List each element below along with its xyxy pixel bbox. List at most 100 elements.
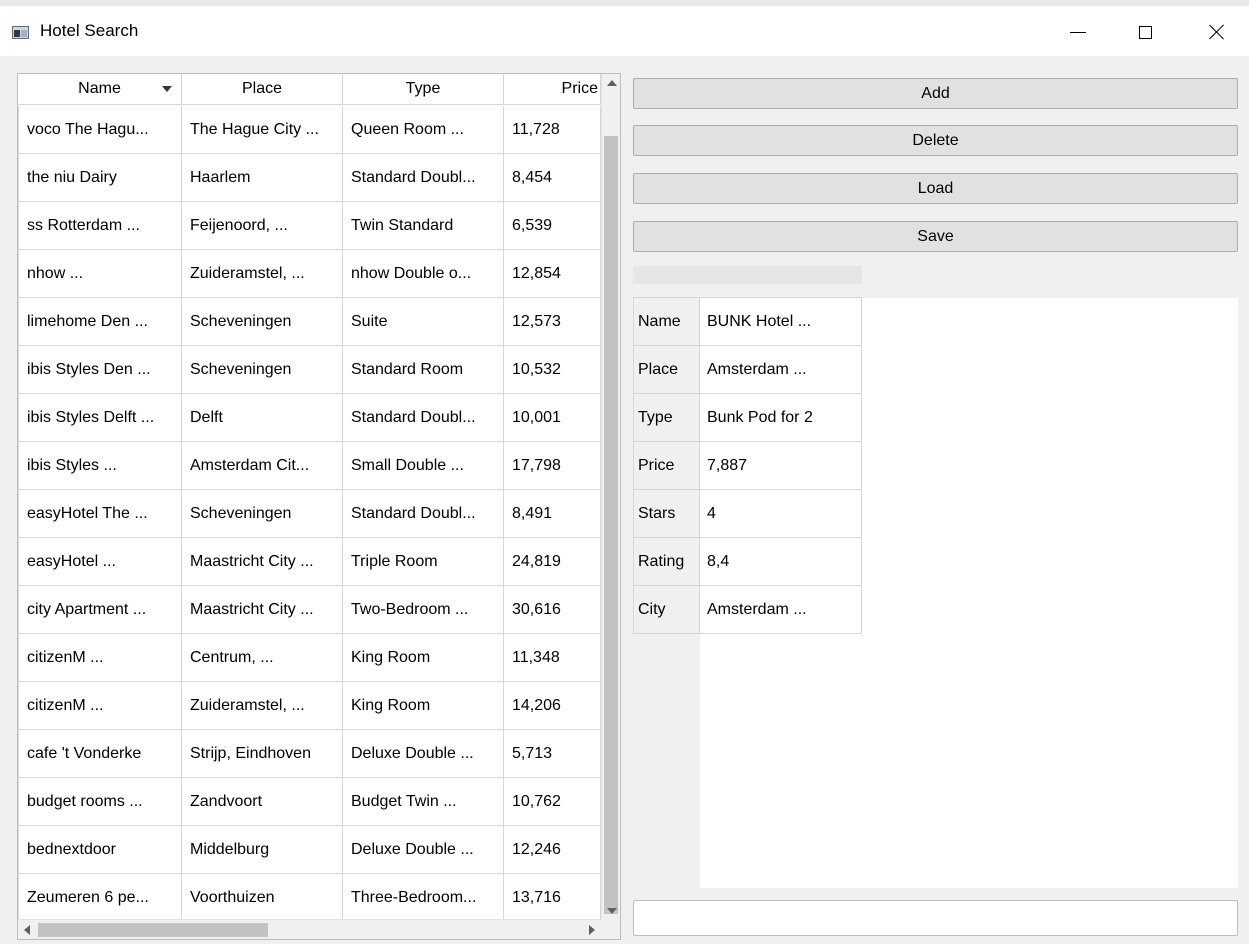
- title-bar[interactable]: Hotel Search: [0, 6, 1249, 56]
- cell-place[interactable]: Zuideramstel, ...: [182, 682, 343, 730]
- status-input[interactable]: [633, 900, 1238, 936]
- delete-button[interactable]: Delete: [633, 125, 1238, 156]
- scroll-right-button[interactable]: [583, 920, 601, 939]
- cell-place[interactable]: Amsterdam Cit...: [182, 442, 343, 490]
- cell-place[interactable]: Scheveningen: [182, 490, 343, 538]
- detail-value[interactable]: 4: [700, 490, 862, 538]
- cell-price[interactable]: 11,728: [504, 106, 601, 154]
- detail-value[interactable]: 7,887: [700, 442, 862, 490]
- hotels-table[interactable]: Name Place Type Price voco The Hagu... Th…: [17, 73, 621, 940]
- cell-type[interactable]: Queen Room ...: [343, 106, 504, 154]
- cell-name[interactable]: ibis Styles Delft ...: [18, 394, 182, 442]
- cell-price[interactable]: 10,532: [504, 346, 601, 394]
- cell-type[interactable]: Deluxe Double ...: [343, 826, 504, 874]
- cell-type[interactable]: Standard Doubl...: [343, 394, 504, 442]
- table-row[interactable]: citizenM ... Zuideramstel, ... King Room 14…: [18, 682, 601, 730]
- column-header-price[interactable]: Price: [504, 74, 601, 105]
- table-row[interactable]: voco The Hagu... The Hague City ... Queen …: [18, 106, 601, 154]
- table-row[interactable]: bednextdoor Middelburg Deluxe Double ... 12…: [18, 826, 601, 874]
- load-button[interactable]: Load: [633, 173, 1238, 204]
- cell-place[interactable]: Feijenoord, ...: [182, 202, 343, 250]
- cell-place[interactable]: Middelburg: [182, 826, 343, 874]
- scroll-down-button[interactable]: [602, 902, 620, 919]
- cell-price[interactable]: 13,716: [504, 874, 601, 922]
- table-row[interactable]: the niu Dairy Haarlem Standard Doubl... 8,4…: [18, 154, 601, 202]
- cell-name[interactable]: voco The Hagu...: [18, 106, 182, 154]
- cell-price[interactable]: 8,491: [504, 490, 601, 538]
- table-row[interactable]: limehome Den ... Scheveningen Suite 12,573: [18, 298, 601, 346]
- cell-price[interactable]: 14,206: [504, 682, 601, 730]
- cell-type[interactable]: Twin Standard: [343, 202, 504, 250]
- cell-place[interactable]: Zandvoort: [182, 778, 343, 826]
- cell-type[interactable]: Deluxe Double ...: [343, 730, 504, 778]
- column-header-place[interactable]: Place: [182, 74, 343, 105]
- save-button[interactable]: Save: [633, 221, 1238, 252]
- vertical-scrollbar[interactable]: [601, 74, 620, 919]
- cell-price[interactable]: 6,539: [504, 202, 601, 250]
- cell-name[interactable]: easyHotel ...: [18, 538, 182, 586]
- cell-type[interactable]: Suite: [343, 298, 504, 346]
- cell-place[interactable]: Zuideramstel, ...: [182, 250, 343, 298]
- cell-place[interactable]: The Hague City ...: [182, 106, 343, 154]
- cell-name[interactable]: the niu Dairy: [18, 154, 182, 202]
- table-row[interactable]: nhow ... Zuideramstel, ... nhow Double o..…: [18, 250, 601, 298]
- cell-price[interactable]: 12,573: [504, 298, 601, 346]
- cell-price[interactable]: 12,246: [504, 826, 601, 874]
- cell-price[interactable]: 17,798: [504, 442, 601, 490]
- cell-place[interactable]: Haarlem: [182, 154, 343, 202]
- cell-price[interactable]: 8,454: [504, 154, 601, 202]
- table-row[interactable]: ibis Styles ... Amsterdam Cit... Small Dou…: [18, 442, 601, 490]
- horizontal-scrollbar[interactable]: [18, 919, 601, 939]
- cell-type[interactable]: Standard Room: [343, 346, 504, 394]
- table-row[interactable]: cafe 't Vonderke Strijp, Eindhoven Deluxe …: [18, 730, 601, 778]
- table-row[interactable]: ss Rotterdam ... Feijenoord, ... Twin Stan…: [18, 202, 601, 250]
- cell-type[interactable]: nhow Double o...: [343, 250, 504, 298]
- cell-name[interactable]: bednextdoor: [18, 826, 182, 874]
- table-row[interactable]: budget rooms ... Zandvoort Budget Twin ...…: [18, 778, 601, 826]
- table-row[interactable]: easyHotel ... Maastricht City ... Triple R…: [18, 538, 601, 586]
- maximize-button[interactable]: [1122, 12, 1168, 52]
- cell-type[interactable]: Two-Bedroom ...: [343, 586, 504, 634]
- table-row[interactable]: ibis Styles Den ... Scheveningen Standard …: [18, 346, 601, 394]
- cell-name[interactable]: easyHotel The ...: [18, 490, 182, 538]
- cell-place[interactable]: Scheveningen: [182, 298, 343, 346]
- scroll-left-button[interactable]: [18, 920, 36, 939]
- cell-name[interactable]: ibis Styles ...: [18, 442, 182, 490]
- cell-type[interactable]: Budget Twin ...: [343, 778, 504, 826]
- cell-price[interactable]: 11,348: [504, 634, 601, 682]
- detail-value[interactable]: 8,4: [700, 538, 862, 586]
- cell-name[interactable]: citizenM ...: [18, 682, 182, 730]
- cell-place[interactable]: Maastricht City ...: [182, 586, 343, 634]
- cell-price[interactable]: 24,819: [504, 538, 601, 586]
- column-header-type[interactable]: Type: [343, 74, 504, 105]
- cell-type[interactable]: Triple Room: [343, 538, 504, 586]
- close-button[interactable]: [1194, 12, 1240, 52]
- cell-name[interactable]: ibis Styles Den ...: [18, 346, 182, 394]
- horizontal-scroll-thumb[interactable]: [38, 923, 268, 937]
- cell-type[interactable]: Standard Doubl...: [343, 154, 504, 202]
- scroll-up-button[interactable]: [602, 74, 620, 91]
- table-row[interactable]: Zeumeren 6 pe... Voorthuizen Three-Bedroom…: [18, 874, 601, 922]
- detail-value[interactable]: Amsterdam ...: [700, 586, 862, 634]
- minimize-button[interactable]: [1055, 12, 1101, 52]
- table-row[interactable]: easyHotel The ... Scheveningen Standard Do…: [18, 490, 601, 538]
- cell-name[interactable]: limehome Den ...: [18, 298, 182, 346]
- cell-name[interactable]: budget rooms ...: [18, 778, 182, 826]
- table-row[interactable]: city Apartment ... Maastricht City ... Two…: [18, 586, 601, 634]
- cell-type[interactable]: Small Double ...: [343, 442, 504, 490]
- table-row[interactable]: ibis Styles Delft ... Delft Standard Doubl…: [18, 394, 601, 442]
- cell-price[interactable]: 30,616: [504, 586, 601, 634]
- cell-name[interactable]: citizenM ...: [18, 634, 182, 682]
- cell-price[interactable]: 12,854: [504, 250, 601, 298]
- cell-name[interactable]: Zeumeren 6 pe...: [18, 874, 182, 922]
- cell-name[interactable]: city Apartment ...: [18, 586, 182, 634]
- cell-place[interactable]: Strijp, Eindhoven: [182, 730, 343, 778]
- detail-value[interactable]: Bunk Pod for 2: [700, 394, 862, 442]
- vertical-scroll-thumb[interactable]: [604, 136, 618, 914]
- cell-place[interactable]: Delft: [182, 394, 343, 442]
- column-header-name[interactable]: Name: [18, 74, 182, 105]
- cell-place[interactable]: Maastricht City ...: [182, 538, 343, 586]
- add-button[interactable]: Add: [633, 78, 1238, 109]
- cell-price[interactable]: 10,762: [504, 778, 601, 826]
- cell-type[interactable]: Standard Doubl...: [343, 490, 504, 538]
